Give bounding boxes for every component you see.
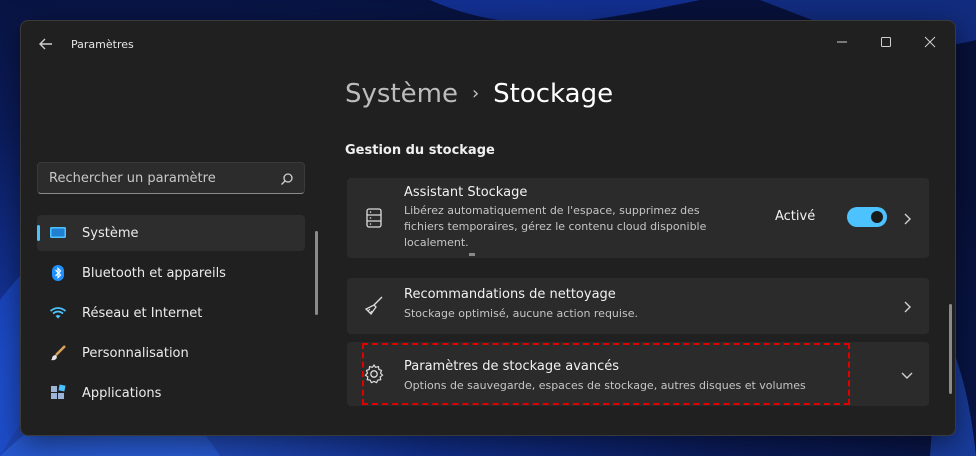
toggle-status-label: Activé bbox=[775, 209, 816, 224]
breadcrumb-separator: › bbox=[471, 83, 480, 104]
bluetooth-icon bbox=[49, 264, 67, 282]
content-scrollbar[interactable] bbox=[949, 304, 952, 394]
card-description: Libérez automatiquement de l'espace, sup… bbox=[404, 203, 724, 251]
sidebar-item-label: Réseau et Internet bbox=[82, 305, 203, 321]
description-line: localement. bbox=[404, 236, 469, 249]
chevron-right-icon[interactable] bbox=[900, 299, 914, 313]
sidebar-item-applications[interactable]: Applications bbox=[37, 375, 305, 411]
advanced-storage-settings-card[interactable]: Paramètres de stockage avancés Options d… bbox=[347, 342, 929, 406]
minimize-button[interactable] bbox=[821, 27, 863, 57]
card-title: Assistant Stockage bbox=[404, 185, 528, 200]
description-line: fichiers temporaires, gérez le contenu c… bbox=[404, 220, 707, 233]
broom-icon bbox=[363, 295, 385, 317]
chevron-down-icon[interactable] bbox=[900, 367, 914, 381]
breadcrumb: Système › Stockage bbox=[345, 79, 613, 109]
cleanup-recommendations-card[interactable]: Recommandations de nettoyage Stockage op… bbox=[347, 278, 929, 334]
wifi-icon bbox=[49, 304, 67, 322]
card-title: Paramètres de stockage avancés bbox=[404, 359, 620, 374]
sidebar-item-personnalisation[interactable]: Personnalisation bbox=[37, 335, 305, 371]
storage-sense-toggle[interactable] bbox=[847, 207, 887, 227]
chevron-right-icon[interactable] bbox=[900, 211, 914, 225]
section-title: Gestion du stockage bbox=[345, 143, 495, 158]
sidebar-nav: Système Bluetooth et appareils Réseau et… bbox=[37, 215, 305, 415]
overlap-artifact bbox=[469, 253, 475, 256]
card-description: Options de sauvegarde, espaces de stocka… bbox=[404, 379, 806, 392]
app-title: Paramètres bbox=[71, 38, 134, 51]
title-bar: Paramètres bbox=[21, 21, 955, 67]
storage-sense-card[interactable]: Assistant Stockage Libérez automatiqueme… bbox=[347, 178, 929, 258]
card-description: Stockage optimisé, aucune action requise… bbox=[404, 307, 638, 320]
apps-icon bbox=[49, 384, 67, 402]
sidebar-item-label: Personnalisation bbox=[82, 345, 189, 361]
search-icon[interactable] bbox=[280, 171, 294, 185]
close-button[interactable] bbox=[909, 27, 951, 57]
search-box bbox=[37, 162, 305, 194]
sidebar-scrollbar[interactable] bbox=[315, 231, 318, 315]
toggle-knob bbox=[871, 211, 883, 223]
description-line: Libérez automatiquement de l'espace, sup… bbox=[404, 204, 700, 217]
breadcrumb-parent[interactable]: Système bbox=[345, 79, 458, 109]
page-title: Stockage bbox=[493, 79, 614, 109]
brush-icon bbox=[49, 344, 67, 362]
sidebar-item-label: Applications bbox=[82, 385, 162, 401]
card-title: Recommandations de nettoyage bbox=[404, 287, 616, 302]
maximize-button[interactable] bbox=[865, 27, 907, 57]
display-icon bbox=[49, 224, 67, 242]
sidebar-item-bluetooth[interactable]: Bluetooth et appareils bbox=[37, 255, 305, 291]
sidebar-item-reseau[interactable]: Réseau et Internet bbox=[37, 295, 305, 331]
search-input[interactable] bbox=[38, 163, 270, 193]
settings-window: Paramètres Système Bluetooth et appareil bbox=[20, 20, 956, 436]
sidebar-item-label: Bluetooth et appareils bbox=[82, 265, 226, 281]
sidebar-item-systeme[interactable]: Système bbox=[37, 215, 305, 251]
sidebar-item-label: Système bbox=[82, 225, 139, 241]
storage-drive-icon bbox=[363, 207, 385, 229]
back-arrow-icon[interactable] bbox=[37, 35, 55, 53]
gear-icon bbox=[363, 363, 385, 385]
